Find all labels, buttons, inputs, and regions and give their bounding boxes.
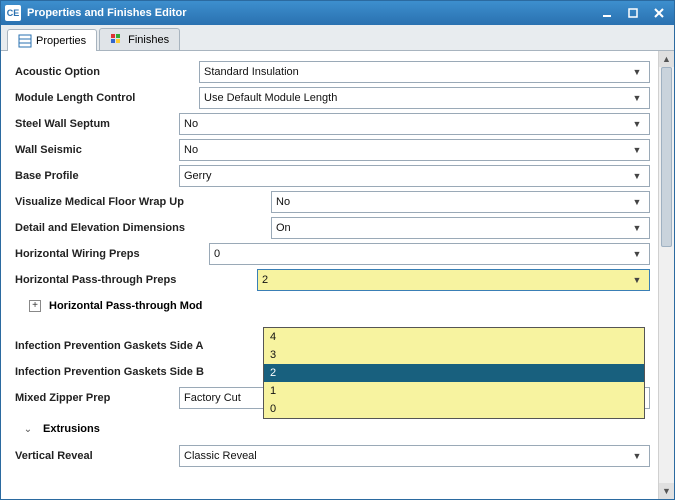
- dropdown-hpass-list[interactable]: 4 3 2 1 0: [263, 327, 645, 419]
- chevron-down-icon: ▼: [629, 119, 645, 129]
- finishes-icon: [110, 33, 124, 47]
- vertical-scrollbar[interactable]: ▲ ▼: [658, 51, 674, 499]
- dropdown-option[interactable]: 3: [264, 346, 644, 364]
- dropdown-option[interactable]: 0: [264, 400, 644, 418]
- label-hpass: Horizontal Pass-through Preps: [9, 274, 257, 286]
- row-acoustic: Acoustic Option Standard Insulation▼: [9, 59, 650, 85]
- section-extrusions-label: Extrusions: [43, 423, 100, 435]
- tab-properties[interactable]: Properties: [7, 29, 97, 51]
- chevron-down-icon: ▼: [629, 145, 645, 155]
- combo-baseprof[interactable]: Gerry▼: [179, 165, 650, 187]
- maximize-button[interactable]: [622, 5, 644, 21]
- chevron-down-icon: ▼: [629, 197, 645, 207]
- close-button[interactable]: [648, 5, 670, 21]
- combo-modlen[interactable]: Use Default Module Length▼: [199, 87, 650, 109]
- row-hwire: Horizontal Wiring Preps 0▼: [9, 241, 650, 267]
- combo-acoustic[interactable]: Standard Insulation▼: [199, 61, 650, 83]
- window-title: Properties and Finishes Editor: [27, 7, 596, 19]
- expand-button[interactable]: +: [29, 300, 41, 312]
- chevron-down-icon: ▼: [629, 223, 645, 233]
- row-septum: Steel Wall Septum No▼: [9, 111, 650, 137]
- scroll-down-button[interactable]: ▼: [659, 483, 674, 499]
- row-vismed: Visualize Medical Floor Wrap Up No▼: [9, 189, 650, 215]
- scroll-up-button[interactable]: ▲: [659, 51, 674, 67]
- row-seismic: Wall Seismic No▼: [9, 137, 650, 163]
- row-baseprof: Base Profile Gerry▼: [9, 163, 650, 189]
- properties-icon: [18, 34, 32, 48]
- tab-properties-label: Properties: [36, 35, 86, 47]
- tab-finishes-label: Finishes: [128, 34, 169, 46]
- label-hwire: Horizontal Wiring Preps: [9, 248, 209, 260]
- label-septum: Steel Wall Septum: [9, 118, 179, 130]
- combo-detelev[interactable]: On▼: [271, 217, 650, 239]
- chevron-down-icon: ▼: [629, 93, 645, 103]
- tree-row-hpass-mod: + Horizontal Pass-through Mod: [9, 293, 650, 319]
- app-icon: CE: [5, 5, 21, 21]
- chevron-down-icon: ▼: [629, 249, 645, 259]
- chevron-down-icon: ▼: [629, 275, 645, 285]
- combo-hpass[interactable]: 2▼: [257, 269, 650, 291]
- minimize-button[interactable]: [596, 5, 618, 21]
- combo-septum[interactable]: No▼: [179, 113, 650, 135]
- combo-hwire[interactable]: 0▼: [209, 243, 650, 265]
- scroll-track[interactable]: [659, 67, 674, 483]
- row-detelev: Detail and Elevation Dimensions On▼: [9, 215, 650, 241]
- tab-bar: Properties Finishes: [1, 25, 674, 51]
- combo-vreveal[interactable]: Classic Reveal▼: [179, 445, 650, 467]
- titlebar: CE Properties and Finishes Editor: [1, 1, 674, 25]
- chevron-down-icon: ▼: [629, 451, 645, 461]
- row-vreveal: Vertical Reveal Classic Reveal▼: [9, 443, 650, 469]
- dropdown-option[interactable]: 1: [264, 382, 644, 400]
- row-modlen: Module Length Control Use Default Module…: [9, 85, 650, 111]
- label-vismed: Visualize Medical Floor Wrap Up: [9, 196, 271, 208]
- chevron-down-icon: ⌄: [21, 424, 35, 435]
- dropdown-option[interactable]: 4: [264, 328, 644, 346]
- chevron-down-icon: ▼: [629, 171, 645, 181]
- label-modlen: Module Length Control: [9, 92, 199, 104]
- row-hpass: Horizontal Pass-through Preps 2▼: [9, 267, 650, 293]
- dropdown-option-selected[interactable]: 2: [264, 364, 644, 382]
- label-vreveal: Vertical Reveal: [9, 450, 179, 462]
- label-zipper: Mixed Zipper Prep: [9, 392, 179, 404]
- window-buttons: [596, 5, 670, 21]
- scroll-thumb[interactable]: [661, 67, 672, 247]
- chevron-down-icon: ▼: [629, 67, 645, 77]
- window-root: CE Properties and Finishes Editor Proper…: [0, 0, 675, 500]
- label-acoustic: Acoustic Option: [9, 66, 199, 78]
- combo-seismic[interactable]: No▼: [179, 139, 650, 161]
- tab-finishes[interactable]: Finishes: [99, 28, 180, 50]
- label-seismic: Wall Seismic: [9, 144, 179, 156]
- label-baseprof: Base Profile: [9, 170, 179, 182]
- section-extrusions[interactable]: ⌄ Extrusions: [9, 415, 650, 443]
- content-area: Acoustic Option Standard Insulation▼ Mod…: [1, 51, 674, 499]
- combo-vismed[interactable]: No▼: [271, 191, 650, 213]
- scroll-pane: Acoustic Option Standard Insulation▼ Mod…: [1, 51, 658, 499]
- label-detelev: Detail and Elevation Dimensions: [9, 222, 271, 234]
- label-hpass-tree: Horizontal Pass-through Mod: [49, 300, 259, 312]
